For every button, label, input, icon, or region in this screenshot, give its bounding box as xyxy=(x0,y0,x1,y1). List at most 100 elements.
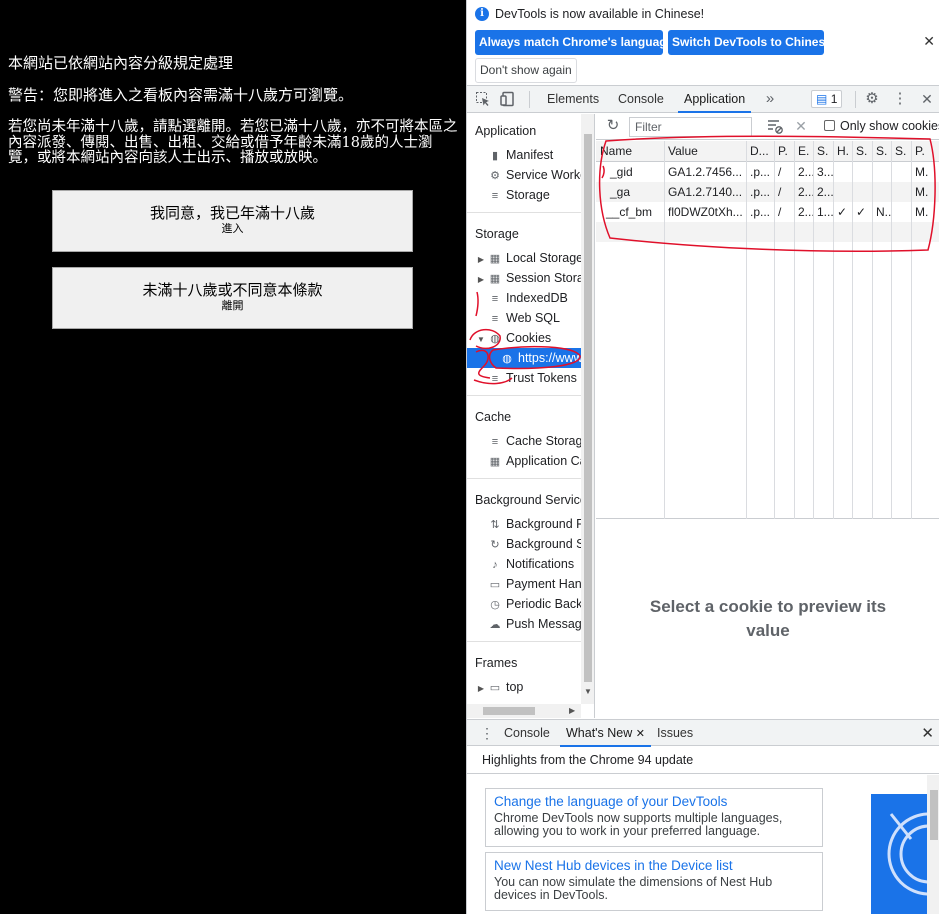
cookie-table: Name Value D... P. E. S. H. S. S. S. P. … xyxy=(596,141,939,519)
column-divider[interactable] xyxy=(833,141,834,519)
column-divider[interactable] xyxy=(891,141,892,519)
devtools-panel: i DevTools is now available in Chinese! … xyxy=(466,0,939,914)
grid-icon: ▦ xyxy=(489,456,501,468)
scroll-right-arrow-icon[interactable]: ▶ xyxy=(569,706,575,715)
cookie-filter-input[interactable] xyxy=(629,117,752,137)
tab-console[interactable]: Console xyxy=(612,86,670,113)
inspect-element-icon[interactable] xyxy=(475,91,491,107)
news-card[interactable]: New Nest Hub devices in the Device list … xyxy=(485,852,823,911)
collapse-arrow-icon[interactable]: ▼ xyxy=(475,330,487,348)
news-card[interactable]: Change the language of your DevTools Chr… xyxy=(485,788,823,847)
gear-icon[interactable]: ⚙ xyxy=(864,91,880,107)
clear-filtered-icon[interactable] xyxy=(767,118,783,134)
column-header[interactable]: Value xyxy=(664,141,746,161)
sidebar-item-application-cache[interactable]: ▦Application Cache xyxy=(487,451,594,471)
device-toolbar-icon[interactable] xyxy=(500,91,516,107)
column-divider[interactable] xyxy=(911,141,912,519)
cookie-path: / xyxy=(778,165,782,179)
sidebar-item-background-sync[interactable]: ↻ Background Sync xyxy=(487,534,594,554)
dont-show-again-button[interactable]: Don't show again xyxy=(475,58,577,83)
column-header[interactable]: H. xyxy=(833,141,852,161)
drawer-scroll-thumb[interactable] xyxy=(930,790,938,840)
sidebar-item-trust-tokens[interactable]: ≡ Trust Tokens xyxy=(487,368,594,388)
column-divider[interactable] xyxy=(872,141,873,519)
kebab-menu-icon[interactable]: ⋮ xyxy=(892,91,908,107)
close-icon[interactable]: ✕ xyxy=(921,724,934,742)
column-header[interactable]: D... xyxy=(746,141,774,161)
sidebar-item-cookie-origin[interactable]: ◍ https://www xyxy=(467,348,594,368)
expand-arrow-icon[interactable]: ▶ xyxy=(475,270,487,288)
expand-arrow-icon[interactable]: ▶ xyxy=(475,679,487,697)
issues-count: 1 xyxy=(830,92,838,106)
age-warning-paragraph: 若您尚未年滿十八歲，請點選離開。若您已滿十八歲，亦不可將本區之內容派發、傳閱、出… xyxy=(8,119,458,166)
drawer-menu-icon[interactable]: ⋮ xyxy=(480,725,494,742)
column-header[interactable]: S. xyxy=(872,141,891,161)
more-tabs-icon[interactable]: » xyxy=(762,91,778,107)
delete-all-icon[interactable]: ✕ xyxy=(793,118,809,134)
column-divider[interactable] xyxy=(664,141,665,519)
column-divider[interactable] xyxy=(794,141,795,519)
gear-icon: ⚙ xyxy=(490,170,500,182)
column-header[interactable]: Name xyxy=(596,141,664,161)
column-divider[interactable] xyxy=(852,141,853,519)
drawer-tab-console[interactable]: Console xyxy=(498,720,556,747)
close-icon[interactable]: ✕ xyxy=(919,91,935,107)
column-header[interactable]: S. xyxy=(813,141,833,161)
column-header[interactable]: S. xyxy=(891,141,911,161)
sidebar-item-payment-handler[interactable]: ▭ Payment Handler xyxy=(487,574,594,594)
chrome-update-illustration xyxy=(871,794,927,914)
disagree-button-sublabel: 離開 xyxy=(221,299,244,312)
column-divider[interactable] xyxy=(813,141,814,519)
checkbox-box[interactable] xyxy=(824,120,835,131)
cookie-icon: ◍ xyxy=(502,353,512,365)
column-header[interactable]: P. xyxy=(774,141,794,161)
sidebar-item-push-messaging[interactable]: ☁ Push Messaging xyxy=(487,614,595,634)
sidebar-vertical-scroll-thumb[interactable] xyxy=(584,134,592,682)
tab-elements[interactable]: Elements xyxy=(541,86,605,113)
sidebar-item-cache-storage[interactable]: ≡ Cache Storage xyxy=(487,431,594,451)
only-show-issues-checkbox[interactable]: Only show cookies with an issue xyxy=(824,119,939,133)
close-icon[interactable]: ✕ xyxy=(923,33,935,50)
column-header[interactable]: P. xyxy=(911,141,939,161)
column-header[interactable]: S. xyxy=(852,141,872,161)
column-divider[interactable] xyxy=(774,141,775,519)
arrows-icon: ⇅ xyxy=(490,519,500,531)
sidebar-item-local-storage[interactable]: ▶ ▦ Local Storage xyxy=(475,248,585,268)
sidebar-item-background-fetch[interactable]: ⇅Background Fetch xyxy=(487,514,594,534)
news-title[interactable]: Change the language of your DevTools xyxy=(494,793,814,810)
sidebar-item-notifications[interactable]: ♪ Notifications xyxy=(487,554,594,574)
sidebar-item-cookies[interactable]: ▼ ◍ Cookies xyxy=(475,328,585,348)
refresh-icon[interactable]: ↻ xyxy=(605,118,621,134)
sidebar-item-periodic-background-sync[interactable]: ◷Periodic Background Sync xyxy=(487,594,594,614)
column-divider[interactable] xyxy=(746,141,747,519)
sidebar-item-web-sql[interactable]: ≡ Web SQL xyxy=(487,308,594,328)
sidebar-item-service-workers[interactable]: ⚙ Service Workers xyxy=(487,165,594,185)
issues-badge[interactable]: ▤ 1 xyxy=(811,90,843,108)
language-infobar: i DevTools is now available in Chinese! … xyxy=(467,0,939,86)
table-row[interactable]: _ga GA1.2.7140... .p... / 2... 2... M. xyxy=(596,182,939,202)
storage-section-header: Storage xyxy=(475,227,519,241)
agree-enter-button[interactable]: 我同意，我已年滿十八歲 進入 xyxy=(52,190,413,252)
switch-to-chinese-button[interactable]: Switch DevTools to Chinese xyxy=(668,30,832,55)
disagree-leave-button[interactable]: 未滿十八歲或不同意本條款 離開 xyxy=(52,267,413,329)
expand-arrow-icon[interactable]: ▶ xyxy=(475,250,487,268)
sidebar-horizontal-scroll-thumb[interactable] xyxy=(483,707,535,715)
database-icon: ≡ xyxy=(491,293,499,305)
sidebar-item-storage[interactable]: ≡ Storage xyxy=(487,185,594,205)
sidebar-item-session-storage[interactable]: ▶▦Session Storage xyxy=(475,268,585,288)
cookie-name: _ga xyxy=(610,185,631,199)
table-row[interactable]: _gid GA1.2.7456... .p... / 2... 3... M. xyxy=(596,162,939,182)
sidebar-item-frame-top[interactable]: ▶ ▭ top xyxy=(475,677,585,697)
always-match-language-button[interactable]: Always match Chrome's language xyxy=(475,30,673,55)
column-header[interactable]: E. xyxy=(794,141,813,161)
news-title[interactable]: New Nest Hub devices in the Device list xyxy=(494,857,814,874)
drawer-tab-whats-new[interactable]: What's New ✕ xyxy=(560,720,651,747)
drawer-tab-issues[interactable]: Issues xyxy=(651,720,699,747)
tab-application[interactable]: Application xyxy=(678,86,752,113)
info-icon: i xyxy=(475,7,489,21)
close-tab-icon[interactable]: ✕ xyxy=(636,728,645,740)
sidebar-item-manifest[interactable]: ▮ Manifest xyxy=(487,145,594,165)
table-row[interactable]: __cf_bm fl0DWZ0tXh... .p... / 2... 1... … xyxy=(596,202,939,222)
scroll-down-arrow-icon[interactable]: ▼ xyxy=(584,687,592,696)
sidebar-item-indexeddb[interactable]: ≡ IndexedDB xyxy=(487,288,594,308)
